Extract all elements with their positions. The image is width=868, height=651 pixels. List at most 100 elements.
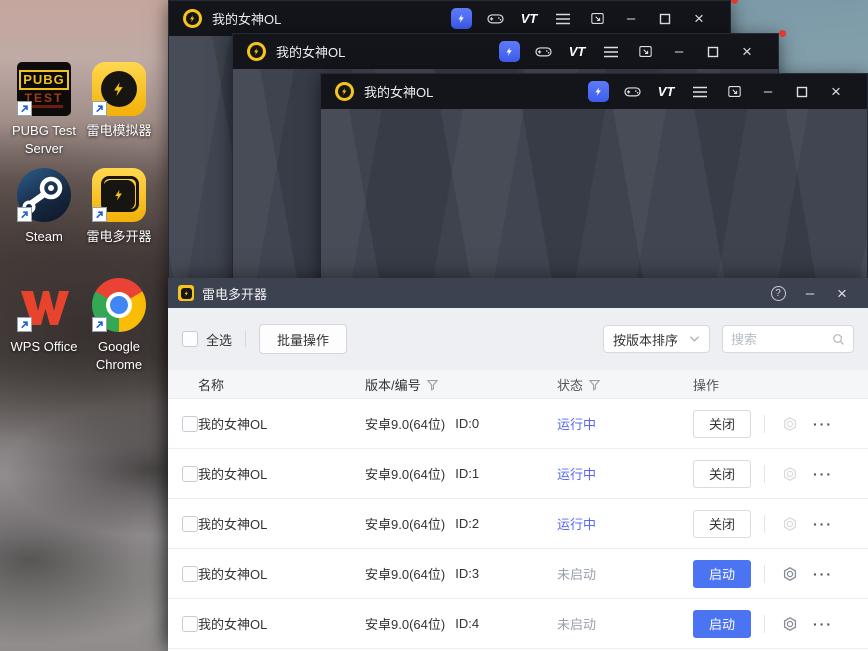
sort-dropdown[interactable]: 按版本排序 [603, 325, 710, 353]
desktop-icon-steam[interactable]: Steam [5, 168, 83, 246]
gamepad-icon[interactable] [526, 34, 560, 69]
wps-icon [17, 278, 71, 332]
filter-icon[interactable] [588, 378, 601, 391]
pubg-icon: PUBG TEST [17, 62, 71, 116]
vt-badge[interactable]: VT [512, 0, 738, 36]
pip-icon[interactable] [717, 74, 751, 109]
desktop-icon-wps[interactable]: WPS Office [5, 278, 83, 356]
status-badge: 未启动 [557, 617, 597, 632]
gamepad-icon[interactable] [615, 74, 649, 109]
multiopener-titlebar[interactable]: 雷电多开器 ? – × [168, 278, 868, 308]
desktop-icon-chrome[interactable]: Google Chrome [80, 278, 158, 373]
batch-operation-button[interactable]: 批量操作 [259, 324, 348, 354]
start-instance-button[interactable]: 启动 [693, 609, 751, 638]
emulator-titlebar[interactable]: 我的女神OL VT – × [321, 74, 867, 109]
more-icon[interactable]: ··· [813, 416, 833, 432]
emulator-titlebar[interactable]: 我的女神OL VT – × [233, 30, 786, 69]
row-checkbox[interactable] [182, 465, 198, 482]
more-icon[interactable]: ··· [813, 466, 833, 482]
row-checkbox[interactable] [182, 615, 198, 632]
gear-icon[interactable] [782, 566, 798, 582]
table-header-row: 名称 版本/编号 状态 操作 [168, 370, 868, 399]
ldplayer-logo-icon [247, 42, 266, 61]
shortcut-arrow-icon [92, 317, 107, 332]
minimize-icon[interactable]: – [662, 34, 696, 69]
boost-icon[interactable] [492, 34, 526, 69]
multiopener-icon [92, 168, 146, 222]
desktop-icon-ldplayer[interactable]: 雷电模拟器 [80, 62, 158, 140]
ldplayer-logo-icon [335, 82, 354, 101]
desktop-icon-label: 雷电模拟器 [86, 123, 152, 138]
select-all-label: 全选 [206, 332, 233, 348]
instance-name: 我的女神OL [198, 567, 268, 582]
close-instance-button[interactable]: 关闭 [693, 459, 751, 488]
notification-dot [779, 30, 786, 37]
desktop-icon-multiopener[interactable]: 雷电多开器 [80, 168, 158, 246]
maximize-icon[interactable] [696, 34, 730, 69]
minimize-icon[interactable]: – [751, 74, 785, 109]
instance-id: ID:3 [455, 566, 480, 581]
menu-icon[interactable] [546, 1, 580, 36]
menu-icon[interactable] [594, 34, 628, 69]
close-icon[interactable]: × [826, 278, 858, 308]
desktop-icon-pubg-test-server[interactable]: PUBG TEST PUBG Test Server [5, 62, 83, 157]
menu-icon[interactable] [683, 74, 717, 109]
action-divider [764, 514, 765, 533]
action-divider [764, 564, 765, 583]
start-instance-button[interactable]: 启动 [693, 559, 751, 588]
more-icon[interactable]: ··· [813, 616, 833, 632]
close-instance-button[interactable]: 关闭 [693, 409, 751, 438]
maximize-icon[interactable] [785, 74, 819, 109]
gear-icon[interactable] [782, 466, 798, 482]
gear-icon[interactable] [782, 416, 798, 432]
instance-version: 安卓9.0(64位) [365, 417, 446, 432]
vt-badge[interactable]: VT [560, 30, 786, 69]
search-input[interactable] [731, 331, 832, 347]
screen: PUBG TEST PUBG Test Server 雷电模拟器 Steam 雷… [0, 0, 868, 651]
filter-icon[interactable] [426, 378, 439, 391]
window-title: 我的女神OL [276, 45, 346, 60]
desktop-icon-label: Google Chrome [95, 339, 143, 372]
status-badge: 运行中 [557, 467, 597, 482]
desktop-icon-label: PUBG Test Server [11, 123, 77, 156]
shortcut-arrow-icon [17, 317, 32, 332]
gear-icon[interactable] [782, 616, 798, 632]
action-divider [764, 464, 765, 483]
more-icon[interactable]: ··· [813, 516, 833, 532]
shortcut-arrow-icon [92, 207, 107, 222]
close-instance-button[interactable]: 关闭 [693, 509, 751, 538]
minimize-icon[interactable]: – [614, 1, 648, 36]
gamepad-icon[interactable] [478, 1, 512, 36]
shortcut-arrow-icon [92, 101, 107, 116]
chrome-icon [92, 278, 146, 332]
more-icon[interactable]: ··· [813, 566, 833, 582]
row-checkbox[interactable] [182, 565, 198, 582]
window-title: 我的女神OL [212, 12, 282, 27]
vt-badge[interactable]: VT [649, 74, 683, 109]
gear-icon[interactable] [782, 516, 798, 532]
boost-icon[interactable] [581, 74, 615, 109]
close-icon[interactable]: × [819, 74, 853, 109]
minimize-icon[interactable]: – [794, 278, 826, 308]
header-version: 版本/编号 [365, 377, 421, 393]
shortcut-arrow-icon [17, 207, 32, 222]
instance-row: 我的女神OL 安卓9.0(64位) ID:3 未启动 启动 ··· [168, 549, 868, 599]
help-icon[interactable]: ? [762, 278, 794, 308]
instance-id: ID:0 [455, 416, 480, 431]
select-all-checkbox[interactable] [182, 331, 198, 347]
pip-icon[interactable] [628, 34, 662, 69]
steam-icon [17, 168, 71, 222]
toolbar-divider [245, 331, 247, 347]
close-icon[interactable]: × [730, 34, 764, 69]
emulator-titlebar[interactable]: 我的女神OL VT – × [169, 0, 738, 36]
instance-id: ID:1 [455, 466, 480, 481]
row-checkbox[interactable] [182, 515, 198, 532]
sort-dropdown-value: 按版本排序 [613, 332, 679, 348]
boost-icon[interactable] [444, 1, 478, 36]
maximize-icon[interactable] [648, 1, 682, 36]
instance-version: 安卓9.0(64位) [365, 617, 446, 632]
search-box[interactable] [722, 325, 854, 353]
pip-icon[interactable] [580, 1, 614, 36]
row-checkbox[interactable] [182, 415, 198, 432]
close-icon[interactable]: × [682, 1, 716, 36]
